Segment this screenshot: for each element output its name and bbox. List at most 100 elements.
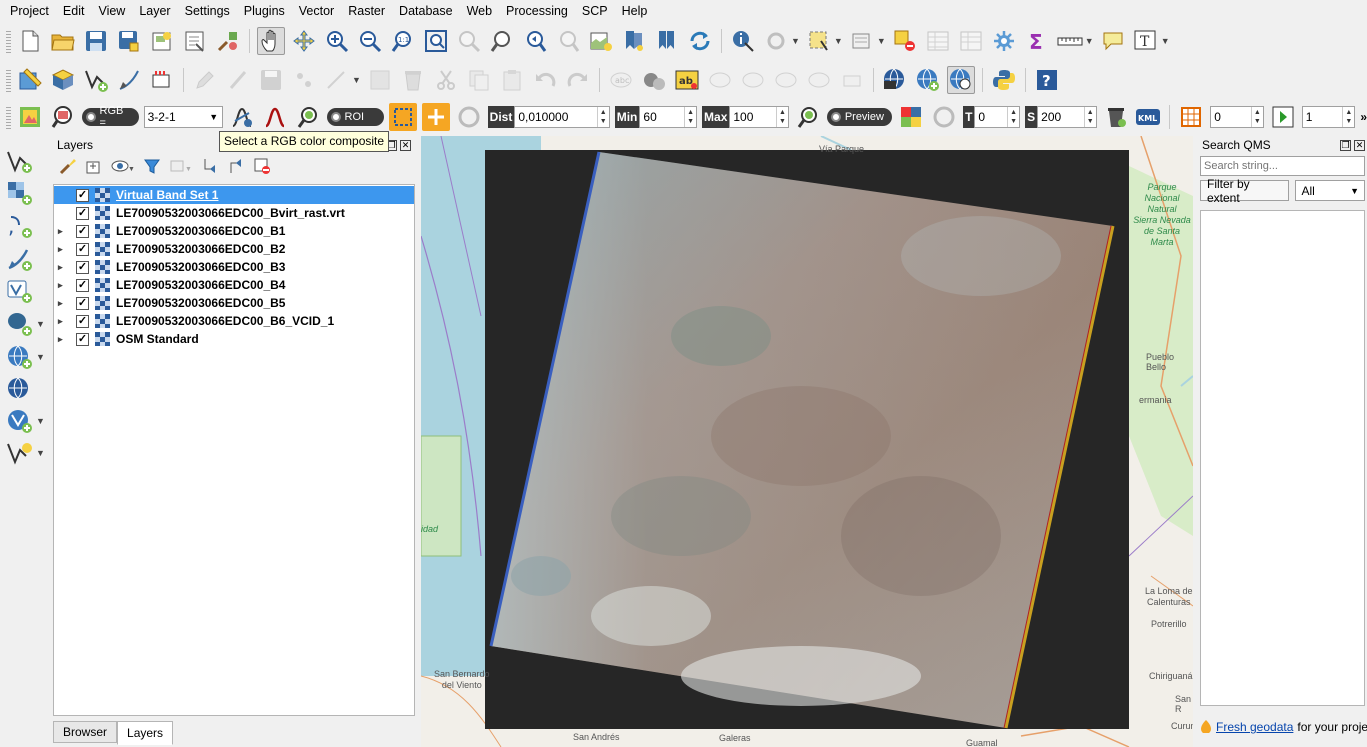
tab-browser[interactable]: Browser [53, 721, 118, 743]
expand-arrow-icon[interactable]: ▸ [58, 316, 70, 327]
scp-dock-icon[interactable] [16, 103, 44, 131]
chevron-down-icon[interactable]: ▼ [36, 319, 45, 329]
size-spinbox[interactable]: 200 ▲ ▼ [1037, 106, 1097, 128]
menu-settings[interactable]: Settings [178, 0, 237, 22]
preview-toggle[interactable]: Preview [826, 108, 893, 126]
qms-filter-select[interactable]: All ▼ [1295, 180, 1365, 201]
zoom-to-selection-icon[interactable] [455, 27, 483, 55]
add-wcs-layer-icon[interactable] [6, 375, 46, 403]
layer-visibility-checkbox[interactable]: ✓ [76, 242, 89, 256]
chevron-down-icon[interactable]: ▼ [209, 112, 218, 122]
chevron-down-icon[interactable]: ▼ [36, 448, 45, 458]
refresh-icon[interactable] [686, 27, 714, 55]
new-project-icon[interactable] [16, 27, 44, 55]
rotate-label-icon[interactable] [805, 66, 833, 94]
copy-features-icon[interactable] [465, 66, 493, 94]
chevron-down-icon[interactable]: ▼ [1085, 36, 1094, 46]
add-vector-feature-icon[interactable] [82, 66, 110, 94]
spin-arrows[interactable]: ▲ ▼ [776, 107, 788, 127]
change-label-icon[interactable] [838, 66, 866, 94]
expand-arrow-icon[interactable]: ▸ [58, 226, 70, 237]
layer-visibility-checkbox[interactable]: ✓ [76, 314, 89, 328]
edit-icon[interactable] [224, 66, 252, 94]
fresh-geodata-link[interactable]: Fresh geodata [1216, 720, 1293, 734]
style-manager-icon[interactable] [214, 27, 242, 55]
layer-visibility-checkbox[interactable]: ✓ [76, 206, 89, 220]
new-shapefile-icon[interactable]: ▼ [6, 439, 46, 467]
menu-vector[interactable]: Vector [292, 0, 341, 22]
close-panel-icon[interactable]: ✕ [400, 139, 411, 151]
pan-map-icon[interactable] [257, 27, 285, 55]
save-edits-icon[interactable] [257, 66, 285, 94]
identify-features-icon[interactable] [729, 27, 757, 55]
expand-arrow-icon[interactable]: ▸ [58, 298, 70, 309]
remove-layer-icon[interactable] [253, 157, 271, 178]
local-cumulative-stretch-icon[interactable] [228, 103, 256, 131]
tab-layers[interactable]: Layers [117, 721, 174, 745]
add-spatialite-icon[interactable] [6, 245, 46, 273]
menu-database[interactable]: Database [392, 0, 460, 22]
show-hide-labels-icon[interactable] [739, 66, 767, 94]
redo-roi-icon[interactable] [455, 103, 483, 131]
label-icon[interactable]: abc [607, 66, 635, 94]
new-map-view-icon[interactable] [587, 27, 615, 55]
layer-row[interactable]: ▸ ✓ LE70090532003066EDC00_B4 [54, 276, 414, 294]
field-calculator-icon[interactable] [957, 27, 985, 55]
statistical-summary-icon[interactable]: Σ [1023, 27, 1051, 55]
undo-icon[interactable] [531, 66, 559, 94]
spin-arrows[interactable]: ▲ ▼ [1250, 107, 1263, 127]
zoom-native-icon[interactable]: 1:1 [389, 27, 417, 55]
add-virtual-layer-icon[interactable] [6, 277, 46, 305]
open-project-icon[interactable] [49, 27, 77, 55]
float-panel-icon[interactable]: ❐ [1340, 139, 1351, 151]
add-point-icon[interactable] [290, 66, 318, 94]
layer-row[interactable]: ✓ LE70090532003066EDC00_Bvirt_rast.vrt [54, 204, 414, 222]
collapse-all-icon[interactable] [227, 157, 245, 178]
node-tool-icon[interactable] [323, 66, 351, 94]
menu-raster[interactable]: Raster [341, 0, 392, 22]
delete-selected-icon[interactable] [399, 66, 427, 94]
zoom-next-icon[interactable] [554, 27, 582, 55]
python-console-icon[interactable] [990, 66, 1018, 94]
menu-help[interactable]: Help [615, 0, 655, 22]
expand-arrow-icon[interactable]: ▸ [58, 262, 70, 273]
rgb-toggle[interactable]: RGB = [81, 105, 139, 129]
manage-visibility-icon[interactable]: ▼ [111, 157, 135, 178]
add-group-icon[interactable] [85, 157, 103, 178]
local-std-dev-stretch-icon[interactable] [261, 103, 289, 131]
zoom-to-layer-icon[interactable] [488, 27, 516, 55]
kml-export-icon[interactable]: KML [1135, 103, 1163, 131]
chevron-down-icon[interactable]: ▼ [834, 36, 843, 46]
zoom-last-icon[interactable] [521, 27, 549, 55]
transparency-spinbox[interactable]: 0 ▲ ▼ [974, 106, 1021, 128]
save-as-icon[interactable] [115, 27, 143, 55]
redo-preview-icon[interactable] [930, 103, 958, 131]
paste-features-icon[interactable] [498, 66, 526, 94]
menu-layer[interactable]: Layer [132, 0, 177, 22]
layer-labeling-icon[interactable] [640, 66, 668, 94]
spin-arrows[interactable]: ▲ ▼ [1342, 107, 1354, 127]
layer-visibility-checkbox[interactable]: ✓ [76, 278, 89, 292]
map-canvas[interactable]: Vía Parque Parque Nacional Natural Sierr… [421, 136, 1193, 747]
layer-visibility-checkbox[interactable]: ✓ [76, 260, 89, 274]
expand-arrow-icon[interactable]: ▸ [58, 280, 70, 291]
chevron-down-icon[interactable]: ▼ [1161, 36, 1170, 46]
save-project-icon[interactable] [82, 27, 110, 55]
layer-visibility-checkbox[interactable]: ✓ [76, 188, 89, 202]
zoom-to-input-image-icon[interactable] [49, 103, 77, 131]
add-postgis-icon[interactable]: ▼ [6, 310, 46, 338]
menu-scp[interactable]: SCP [575, 0, 615, 22]
label-toolbar-icon[interactable]: ab [673, 66, 701, 94]
current-edits-icon[interactable] [16, 66, 44, 94]
help-icon[interactable]: ? [1033, 66, 1061, 94]
text-annotation-icon[interactable]: T [1132, 27, 1160, 55]
band-set-spinbox[interactable]: 0 ▲ ▼ [1210, 106, 1264, 128]
band-set-icon[interactable] [1177, 103, 1205, 131]
spin-arrows[interactable]: ▲ ▼ [596, 107, 609, 127]
step-spinbox[interactable]: 1 ▲ ▼ [1301, 106, 1356, 128]
run-icon[interactable] [1269, 103, 1297, 131]
chevron-down-icon[interactable]: ▼ [36, 352, 45, 362]
deselect-all-icon[interactable] [891, 27, 919, 55]
spin-arrows[interactable]: ▲ ▼ [1083, 107, 1096, 127]
remove-temp-files-icon[interactable] [1102, 103, 1130, 131]
